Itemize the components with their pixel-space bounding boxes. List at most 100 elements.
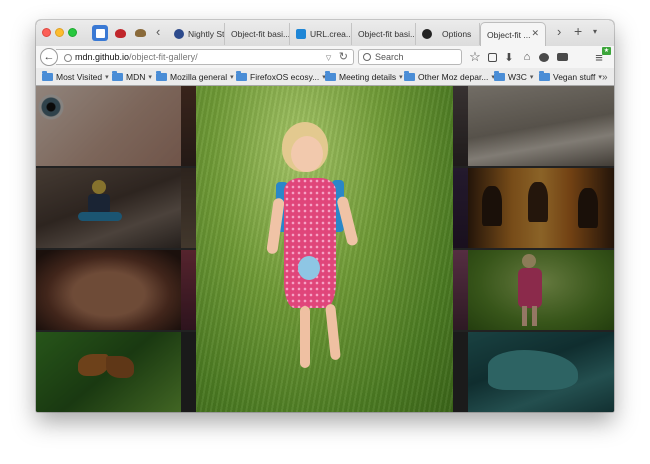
bookmark-vegan-stuff[interactable]: Vegan stuff ▾	[539, 70, 602, 84]
bookmark-firefoxos[interactable]: FirefoxOS ecosy...▾	[236, 70, 326, 84]
woman-legs	[78, 212, 122, 221]
woman-head	[92, 180, 106, 194]
gallery-photo-butterfly[interactable]	[36, 332, 181, 412]
gallery-photo-thumb-c[interactable]	[181, 250, 196, 330]
girl-small-dress	[518, 268, 542, 308]
back-arrow-icon: ←	[43, 51, 55, 63]
pocket-icon	[95, 28, 105, 38]
gallery-photo-woman-rock[interactable]	[36, 168, 181, 248]
dancer-figure	[528, 182, 548, 222]
butterfly-wing-right	[106, 356, 134, 378]
search-icon	[363, 53, 371, 61]
gallery-photo-thumb-g[interactable]	[453, 250, 468, 330]
search-input[interactable]: Search	[358, 49, 462, 65]
girl-small-leg	[522, 306, 527, 326]
chevron-down-icon: ▾	[399, 74, 403, 81]
pinned-tab-ladybug[interactable]	[112, 25, 128, 41]
sync-badge-icon: ★	[602, 47, 611, 55]
chevron-down-icon: ▾	[148, 74, 152, 81]
vehicle-shape	[488, 350, 578, 390]
tab-scroll-left-icon[interactable]: ‹	[156, 24, 160, 39]
new-tab-icon[interactable]: +	[574, 23, 582, 39]
home-icon[interactable]: ⌂	[520, 50, 534, 64]
gallery-photo-rock-pool[interactable]	[468, 86, 614, 166]
dress-print	[298, 256, 320, 280]
gallery-photo-thumb-e[interactable]	[453, 86, 468, 166]
butterfly-wing-left	[78, 354, 108, 376]
gallery-photo-eye[interactable]	[36, 86, 181, 166]
gallery-photo-thumb-a[interactable]	[181, 86, 196, 166]
folder-icon	[156, 71, 167, 81]
youtube-icon[interactable]	[555, 50, 569, 64]
url-dropdown-icon[interactable]: ▽	[326, 55, 331, 62]
bookmark-star-icon[interactable]: ☆	[468, 49, 482, 64]
gallery-photo-firelight[interactable]	[468, 168, 614, 248]
gallery-photo-bronze[interactable]	[36, 250, 181, 330]
eye-photo	[38, 94, 64, 120]
tab-strip: ‹ Nightly St... Object-fit basi... URL.c…	[36, 20, 614, 47]
bookmark-w3c[interactable]: W3C ▾	[494, 70, 533, 84]
browser-window: ‹ Nightly St... Object-fit basi... URL.c…	[36, 20, 614, 412]
bookmarks-overflow-icon[interactable]: »	[602, 70, 608, 84]
folder-icon	[404, 71, 415, 81]
bookmark-meeting-details[interactable]: Meeting details ▾	[325, 70, 403, 84]
close-tab-icon[interactable]: ✕	[531, 28, 539, 39]
gallery-photo-thumb-f[interactable]	[453, 168, 468, 248]
folder-icon	[236, 71, 247, 81]
chat-icon[interactable]	[537, 50, 551, 64]
folder-icon	[539, 71, 550, 81]
tab-url-create[interactable]: URL.crea...	[290, 23, 352, 45]
site-identity-icon	[64, 53, 72, 62]
bookmarks-toolbar: Most Visited ▾ MDN ▾ Mozilla general ▾ Fire…	[36, 68, 614, 86]
back-button[interactable]: ←	[40, 48, 58, 66]
ladybug-icon	[114, 28, 126, 38]
gallery-photo-thumb-b[interactable]	[181, 168, 196, 248]
folder-icon	[494, 71, 505, 81]
tab-object-fit-active[interactable]: Object-fit ... ✕	[480, 22, 546, 46]
tab-scroll-right-icon[interactable]: ›	[557, 24, 561, 39]
folder-icon	[112, 71, 123, 81]
girl-face	[291, 136, 323, 172]
girl-small-leg	[532, 306, 537, 326]
gallery-photo-teal-vehicle[interactable]	[468, 332, 614, 412]
woman-body	[88, 194, 110, 214]
bookmark-most-visited[interactable]: Most Visited ▾	[42, 70, 109, 84]
tab-list-icon[interactable]: ▾	[593, 27, 597, 36]
github-icon	[422, 29, 432, 39]
pinned-tab-hedgehog[interactable]	[132, 25, 148, 41]
bookmark-mdn[interactable]: MDN ▾	[112, 70, 152, 84]
globe-icon	[174, 29, 184, 39]
maximize-icon[interactable]	[68, 28, 77, 37]
girl-leg-left	[300, 306, 310, 368]
tab-nightly[interactable]: Nightly St...	[168, 23, 225, 45]
reading-list-icon[interactable]	[485, 50, 499, 64]
pink-dress	[284, 178, 336, 308]
dancer-figure	[578, 188, 598, 228]
chevron-down-icon: ▾	[529, 74, 534, 81]
gallery-photo-thumb-d[interactable]	[181, 332, 196, 412]
reload-icon[interactable]: ↻	[339, 51, 348, 63]
tab-object-fit-2[interactable]: Object-fit basi...	[352, 23, 416, 45]
girl-small-head	[522, 254, 536, 268]
close-window-icon[interactable]	[42, 28, 51, 37]
chevron-down-icon: ▾	[105, 74, 109, 81]
bookmark-mozilla-general[interactable]: Mozilla general ▾	[156, 70, 234, 84]
folder-icon	[325, 71, 336, 81]
pinned-tab-pocket[interactable]	[92, 25, 108, 41]
gallery-photo-girl-small[interactable]	[468, 250, 614, 330]
mdn-icon	[296, 29, 306, 39]
dancer-figure	[482, 186, 502, 226]
download-icon[interactable]: ⬇	[502, 50, 516, 64]
hedgehog-icon	[134, 29, 146, 37]
object-fit-gallery	[36, 86, 614, 412]
tab-object-fit-1[interactable]: Object-fit basi...	[225, 23, 290, 45]
url-bar[interactable]: mdn.github.io/object-fit-gallery/ ▽ ↻	[56, 49, 354, 65]
folder-icon	[42, 71, 53, 81]
minimize-icon[interactable]	[55, 28, 64, 37]
gallery-photo-thumb-h[interactable]	[453, 332, 468, 412]
tab-options[interactable]: Options	[416, 23, 480, 45]
bookmark-other-moz[interactable]: Other Moz depar...▾	[404, 70, 495, 84]
navigation-toolbar: mdn.github.io/object-fit-gallery/ ▽ ↻ ← …	[36, 46, 614, 68]
chevron-down-icon: ▾	[230, 74, 234, 81]
gallery-featured-girl[interactable]	[196, 86, 453, 412]
